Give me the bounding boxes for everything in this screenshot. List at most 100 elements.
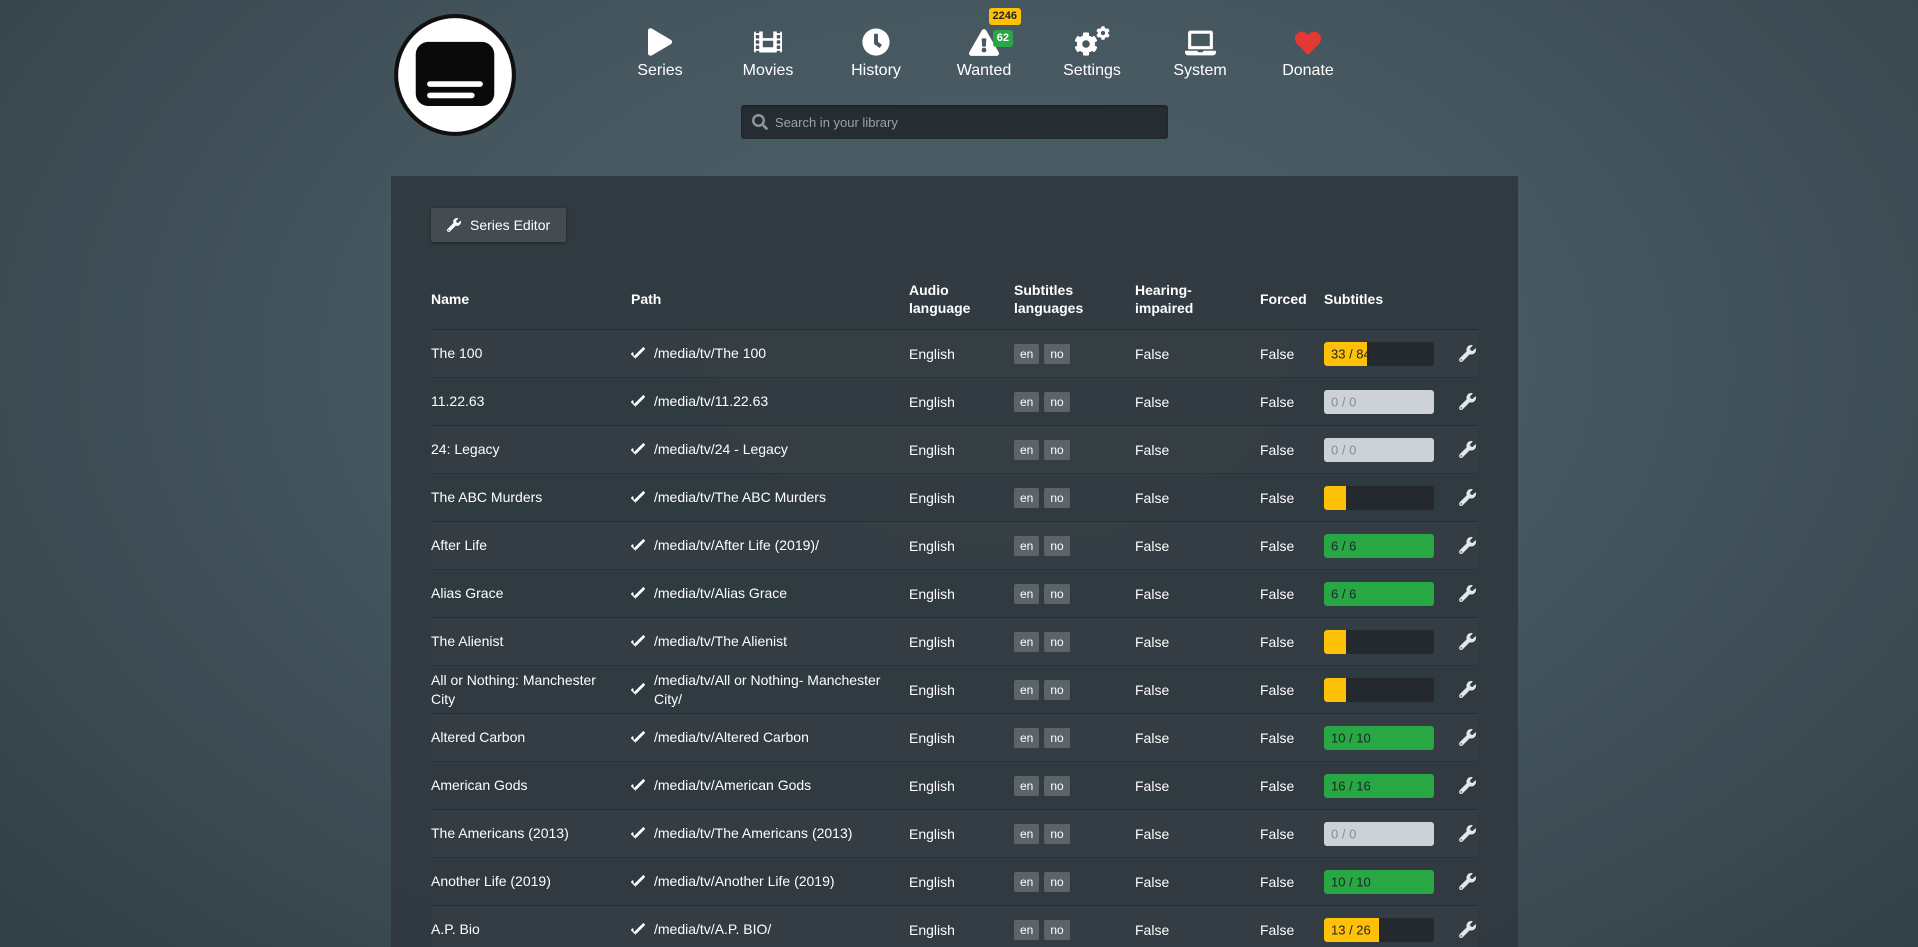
series-path-text: /media/tv/The ABC Murders — [654, 488, 826, 506]
series-path-text: /media/tv/American Gods — [654, 776, 811, 794]
series-editor-button[interactable]: Series Editor — [431, 208, 566, 242]
audio-language: English — [909, 442, 1014, 458]
forced-value: False — [1260, 490, 1324, 506]
subtitles-progress-cell: 0 / 0 — [1324, 390, 1452, 414]
language-badge: no — [1044, 920, 1069, 940]
forced-value: False — [1260, 682, 1324, 698]
film-icon — [754, 24, 782, 56]
check-icon — [631, 443, 645, 457]
edit-series-wrench-icon[interactable] — [1459, 489, 1476, 506]
audio-language: English — [909, 346, 1014, 362]
edit-series-wrench-icon[interactable] — [1459, 825, 1476, 842]
forced-value: False — [1260, 346, 1324, 362]
series-name: Altered Carbon — [431, 728, 631, 746]
search-input[interactable] — [741, 105, 1168, 139]
series-editor-panel: Series Editor Name Path Audio language S… — [391, 176, 1518, 947]
series-path: /media/tv/24 - Legacy — [631, 440, 909, 458]
hearing-impaired-value: False — [1135, 538, 1260, 554]
edit-series-wrench-icon[interactable] — [1459, 345, 1476, 362]
language-badge: en — [1014, 776, 1039, 796]
subtitles-progress-label: 0 / 0 — [1331, 826, 1356, 841]
nav-item-wanted[interactable]: 2246 62 Wanted — [930, 24, 1038, 80]
row-actions — [1452, 585, 1478, 602]
language-badge: no — [1044, 344, 1069, 364]
language-badge: no — [1044, 632, 1069, 652]
column-header-subtitles: Subtitles — [1324, 291, 1452, 309]
language-badge: en — [1014, 536, 1039, 556]
library-search — [741, 105, 1168, 139]
bazarr-logo-icon — [393, 13, 517, 137]
series-table: Name Path Audio language Subtitles langu… — [431, 270, 1478, 947]
audio-language: English — [909, 826, 1014, 842]
series-path: /media/tv/Alias Grace — [631, 584, 909, 602]
audio-language: English — [909, 394, 1014, 410]
nav-label: Movies — [743, 62, 794, 80]
subtitles-progress-label: 16 / 16 — [1331, 778, 1371, 793]
nav-label: Donate — [1282, 62, 1334, 80]
nav-item-system[interactable]: System — [1146, 24, 1254, 80]
subtitle-languages: enno — [1014, 536, 1135, 556]
check-icon — [631, 827, 645, 841]
edit-series-wrench-icon[interactable] — [1459, 585, 1476, 602]
subtitles-progress: 13 / 26 — [1324, 918, 1434, 942]
forced-value: False — [1260, 634, 1324, 650]
language-badge: no — [1044, 584, 1069, 604]
audio-language: English — [909, 922, 1014, 938]
subtitles-progress: 6 / 6 — [1324, 534, 1434, 558]
language-badge: en — [1014, 488, 1039, 508]
hearing-impaired-value: False — [1135, 730, 1260, 746]
nav-item-donate[interactable]: Donate — [1254, 24, 1362, 80]
wanted-movies-badge: 62 — [993, 30, 1013, 47]
audio-language: English — [909, 490, 1014, 506]
series-path: /media/tv/11.22.63 — [631, 392, 909, 410]
language-badge: no — [1044, 728, 1069, 748]
edit-series-wrench-icon[interactable] — [1459, 681, 1476, 698]
forced-value: False — [1260, 730, 1324, 746]
series-path-text: /media/tv/After Life (2019)/ — [654, 536, 819, 554]
series-path: /media/tv/Altered Carbon — [631, 728, 909, 746]
nav-item-history[interactable]: History — [822, 24, 930, 80]
subtitles-progress-cell — [1324, 486, 1452, 510]
edit-series-wrench-icon[interactable] — [1459, 633, 1476, 650]
hearing-impaired-value: False — [1135, 394, 1260, 410]
search-icon — [752, 114, 768, 130]
subtitles-progress-label: 0 / 0 — [1331, 394, 1356, 409]
series-name: American Gods — [431, 776, 631, 794]
edit-series-wrench-icon[interactable] — [1459, 777, 1476, 794]
edit-series-wrench-icon[interactable] — [1459, 921, 1476, 938]
series-path: /media/tv/Another Life (2019) — [631, 872, 909, 890]
edit-series-wrench-icon[interactable] — [1459, 441, 1476, 458]
subtitles-progress-cell: 0 / 0 — [1324, 438, 1452, 462]
subtitles-progress-fill — [1324, 678, 1346, 702]
subtitle-languages: enno — [1014, 632, 1135, 652]
table-row: After Life /media/tv/After Life (2019)/ … — [431, 522, 1478, 570]
edit-series-wrench-icon[interactable] — [1459, 729, 1476, 746]
series-table-body: The 100 /media/tv/The 100 English enno F… — [431, 330, 1478, 947]
subtitle-languages: enno — [1014, 392, 1135, 412]
hearing-impaired-value: False — [1135, 490, 1260, 506]
row-actions — [1452, 921, 1478, 938]
edit-series-wrench-icon[interactable] — [1459, 873, 1476, 890]
language-badge: no — [1044, 536, 1069, 556]
subtitles-progress-cell: 6 / 6 — [1324, 534, 1452, 558]
subtitle-languages: enno — [1014, 920, 1135, 940]
language-badge: en — [1014, 632, 1039, 652]
audio-language: English — [909, 682, 1014, 698]
edit-series-wrench-icon[interactable] — [1459, 393, 1476, 410]
subtitles-progress: 33 / 84 — [1324, 342, 1434, 366]
subtitles-progress-cell — [1324, 630, 1452, 654]
edit-series-wrench-icon[interactable] — [1459, 537, 1476, 554]
app-logo[interactable] — [393, 13, 517, 137]
nav-item-series[interactable]: Series — [606, 24, 714, 80]
series-path-text: /media/tv/All or Nothing- Manchester Cit… — [654, 671, 897, 707]
language-badge: no — [1044, 872, 1069, 892]
language-badge: en — [1014, 728, 1039, 748]
column-header-path: Path — [631, 291, 909, 309]
subtitle-languages: enno — [1014, 776, 1135, 796]
hearing-impaired-value: False — [1135, 442, 1260, 458]
column-header-audio-language: Audio language — [909, 282, 1014, 317]
nav-item-movies[interactable]: Movies — [714, 24, 822, 80]
subtitles-progress — [1324, 630, 1434, 654]
nav-item-settings[interactable]: Settings — [1038, 24, 1146, 80]
hearing-impaired-value: False — [1135, 922, 1260, 938]
